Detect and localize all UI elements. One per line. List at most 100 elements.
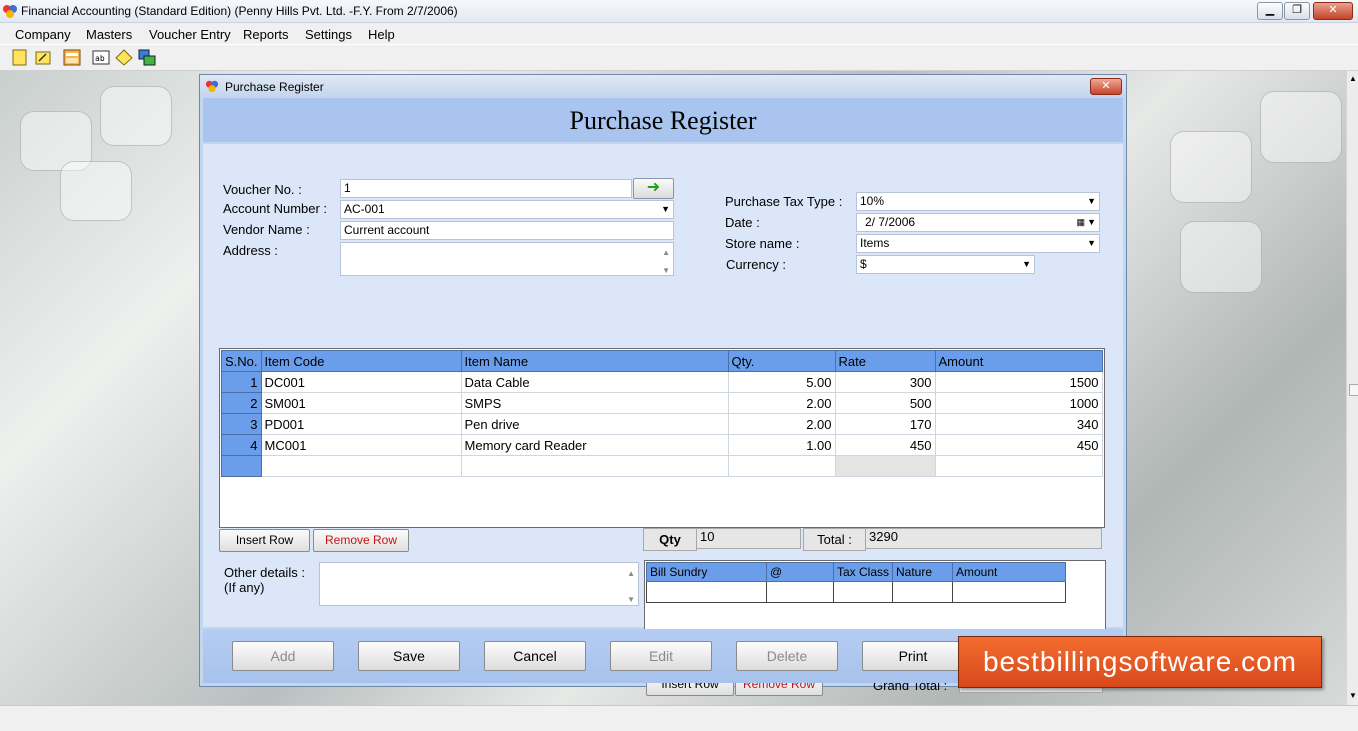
insert-row-button[interactable]: Insert Row <box>219 529 310 552</box>
cancel-button[interactable]: Cancel <box>484 641 586 671</box>
amount-cell[interactable] <box>952 581 1066 603</box>
rate-cell[interactable]: 170 <box>834 413 936 435</box>
amount-cell[interactable]: 1500 <box>934 371 1103 393</box>
vendor-name-field[interactable]: Current account <box>340 221 674 240</box>
column-header[interactable]: Amount <box>952 562 1066 582</box>
scroll-down-icon[interactable]: ▼ <box>662 262 670 279</box>
items-header-row: S.No. Item Code Item Name Qty. Rate Amou… <box>221 350 1103 372</box>
column-header[interactable]: @ <box>766 562 834 582</box>
item-code-cell[interactable] <box>260 455 462 477</box>
rate-cell[interactable]: 300 <box>834 371 936 393</box>
new-row[interactable] <box>646 581 1066 603</box>
open-icon[interactable] <box>34 49 52 66</box>
menu-reports[interactable]: Reports <box>243 27 289 42</box>
scroll-up-icon[interactable]: ▲ <box>1349 74 1357 83</box>
item-code-cell[interactable]: PD001 <box>260 413 462 435</box>
item-name-cell[interactable] <box>460 455 729 477</box>
qty-cell[interactable]: 1.00 <box>727 434 836 456</box>
decor-key <box>100 86 172 146</box>
table-row[interactable]: 2 SM001 SMPS 2.00 500 1000 <box>221 392 1103 414</box>
column-header[interactable]: Qty. <box>727 350 836 372</box>
column-header[interactable]: Nature <box>892 562 953 582</box>
column-header[interactable]: Item Name <box>460 350 729 372</box>
menu-voucher-entry[interactable]: Voucher Entry <box>149 27 231 42</box>
add-button[interactable]: Add <box>232 641 334 671</box>
table-row[interactable]: 4 MC001 Memory card Reader 1.00 450 450 <box>221 434 1103 456</box>
rate-cell[interactable]: 450 <box>834 434 936 456</box>
column-header[interactable]: S.No. <box>221 350 262 372</box>
item-name-cell[interactable]: SMPS <box>460 392 729 414</box>
row-number[interactable]: 3 <box>221 413 262 435</box>
row-number[interactable]: 4 <box>221 434 262 456</box>
column-header[interactable]: Bill Sundry <box>646 562 767 582</box>
column-header[interactable]: Amount <box>934 350 1103 372</box>
items-grid[interactable]: S.No. Item Code Item Name Qty. Rate Amou… <box>219 348 1105 528</box>
menu-masters[interactable]: Masters <box>86 27 132 42</box>
rate-cell[interactable] <box>834 455 936 477</box>
print-button[interactable]: Print <box>862 641 964 671</box>
item-name-cell[interactable]: Pen drive <box>460 413 729 435</box>
scroll-down-icon[interactable]: ▼ <box>627 591 635 608</box>
qty-cell[interactable]: 5.00 <box>727 371 836 393</box>
next-voucher-button[interactable]: ➜ <box>633 178 674 199</box>
header-band: Purchase Register <box>203 98 1123 142</box>
qty-cell[interactable] <box>727 455 836 477</box>
qty-cell[interactable]: 2.00 <box>727 413 836 435</box>
item-code-cell[interactable]: SM001 <box>260 392 462 414</box>
minimize-button[interactable]: ▁ <box>1257 2 1283 20</box>
item-code-cell[interactable]: MC001 <box>260 434 462 456</box>
menu-settings[interactable]: Settings <box>305 27 352 42</box>
bill-sundry-cell[interactable] <box>646 581 767 603</box>
scroll-down-icon[interactable]: ▼ <box>1349 691 1357 700</box>
rate-cell[interactable] <box>766 581 834 603</box>
new-icon[interactable] <box>11 49 29 66</box>
table-row[interactable]: 1 DC001 Data Cable 5.00 300 1500 <box>221 371 1103 393</box>
store-name-select[interactable]: Items ▼ <box>856 234 1100 253</box>
tag-icon[interactable] <box>115 49 133 66</box>
address-field[interactable]: ▲ ▼ <box>340 242 674 276</box>
currency-select[interactable]: $ ▼ <box>856 255 1035 274</box>
amount-cell[interactable]: 340 <box>934 413 1103 435</box>
amount-cell[interactable]: 450 <box>934 434 1103 456</box>
nature-cell[interactable] <box>892 581 953 603</box>
other-details-field[interactable]: ▲ ▼ <box>319 562 639 606</box>
item-code-cell[interactable]: DC001 <box>260 371 462 393</box>
item-name-cell[interactable]: Data Cable <box>460 371 729 393</box>
voucher-no-field[interactable]: 1 <box>340 179 632 198</box>
save-button[interactable]: Save <box>358 641 460 671</box>
remove-row-button[interactable]: Remove Row <box>313 529 409 552</box>
calculator-icon[interactable] <box>63 49 81 66</box>
row-number[interactable] <box>221 455 262 477</box>
amount-cell[interactable]: 1000 <box>934 392 1103 414</box>
export-icon[interactable] <box>138 49 156 66</box>
menu-help[interactable]: Help <box>368 27 395 42</box>
column-header[interactable]: Tax Class <box>833 562 893 582</box>
toolbar: ab <box>0 45 1358 71</box>
restore-button[interactable]: ❐ <box>1284 2 1310 20</box>
ledger-icon[interactable]: ab <box>92 49 110 66</box>
date-picker[interactable]: 2/ 7/2006 ▦ ▼ <box>856 213 1100 232</box>
purchase-tax-type-select[interactable]: 10% ▼ <box>856 192 1100 211</box>
tax-class-cell[interactable] <box>833 581 893 603</box>
column-header[interactable]: Item Code <box>260 350 462 372</box>
row-number[interactable]: 1 <box>221 371 262 393</box>
calendar-icon[interactable]: ▦ <box>1076 214 1085 231</box>
window-close-button[interactable]: ✕ <box>1090 78 1122 95</box>
edit-button[interactable]: Edit <box>610 641 712 671</box>
amount-cell[interactable] <box>934 455 1103 477</box>
qty-cell[interactable]: 2.00 <box>727 392 836 414</box>
row-number[interactable]: 2 <box>221 392 262 414</box>
scroll-up-icon[interactable]: ▲ <box>627 565 635 582</box>
scroll-thumb[interactable] <box>1349 384 1358 396</box>
scroll-up-icon[interactable]: ▲ <box>662 244 670 261</box>
delete-button[interactable]: Delete <box>736 641 838 671</box>
item-name-cell[interactable]: Memory card Reader <box>460 434 729 456</box>
menu-company[interactable]: Company <box>15 27 71 42</box>
new-row[interactable] <box>221 455 1103 477</box>
rate-cell[interactable]: 500 <box>834 392 936 414</box>
column-header[interactable]: Rate <box>834 350 936 372</box>
table-row[interactable]: 3 PD001 Pen drive 2.00 170 340 <box>221 413 1103 435</box>
app-close-button[interactable]: ✕ <box>1313 2 1353 20</box>
account-number-select[interactable]: AC-001 ▼ <box>340 200 674 219</box>
vertical-scrollbar[interactable]: ▲ ▼ <box>1346 71 1358 705</box>
